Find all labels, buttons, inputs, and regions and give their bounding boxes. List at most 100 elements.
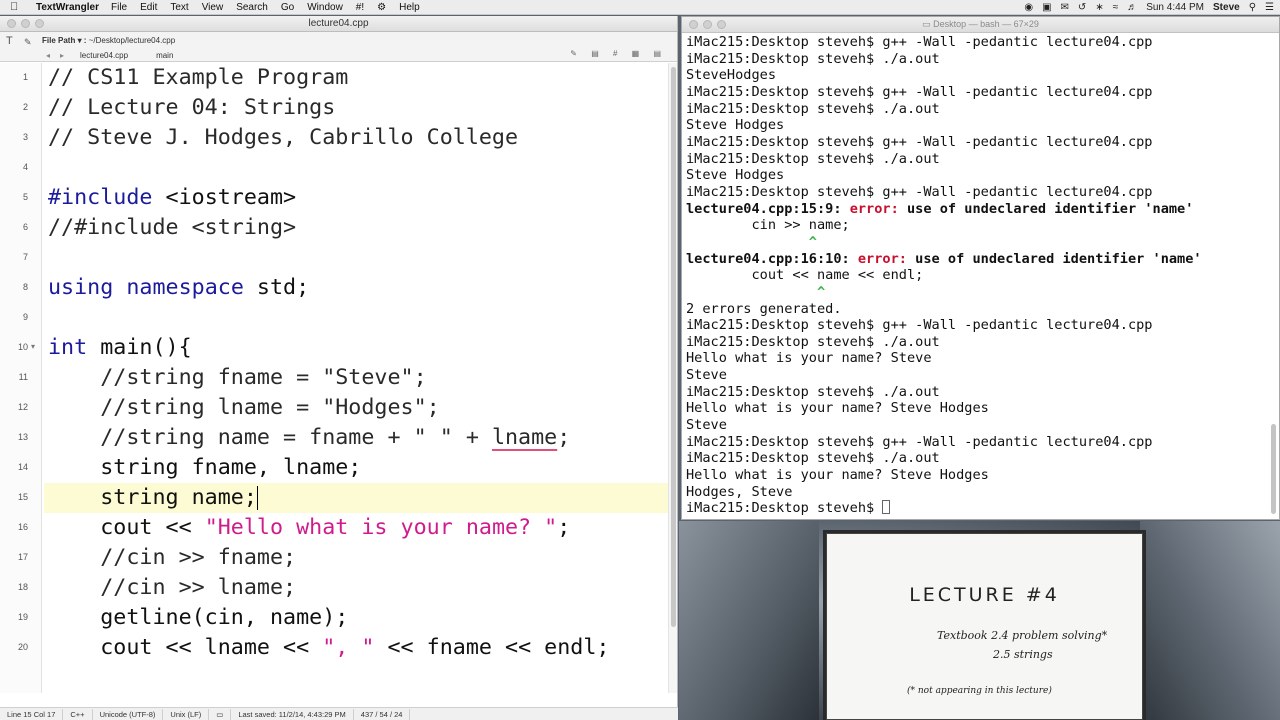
terminal-line: Steve xyxy=(686,417,727,434)
menu-go[interactable]: Go xyxy=(281,2,294,13)
language-popup[interactable]: C++ xyxy=(63,708,93,720)
apple-menu-icon[interactable]:  xyxy=(10,1,24,13)
text-caret xyxy=(256,486,258,510)
code-line: 3 // Steve J. Hodges, Cabrillo College xyxy=(0,123,670,153)
document-popup[interactable]: lecture04.cpp xyxy=(80,51,128,60)
camera-icon[interactable]: ◉ xyxy=(1024,2,1033,13)
code-line: 8 using namespace std; xyxy=(0,273,670,303)
file-path-bar[interactable]: File Path ▾ : ~/Desktop/lecture04.cpp xyxy=(42,36,175,45)
line-number: 15 xyxy=(17,492,28,502)
terminal-cursor xyxy=(882,500,891,515)
line-number: 1 xyxy=(22,72,28,82)
time-machine-icon[interactable]: ↺ xyxy=(1078,2,1086,13)
editor-titlebar[interactable]: lecture04.cpp xyxy=(0,16,677,32)
menu-view[interactable]: View xyxy=(202,2,224,13)
code-text: //#include <string> xyxy=(48,215,297,240)
last-saved: Last saved: 11/2/14, 4:43:29 PM xyxy=(231,708,354,720)
terminal-scrollbar[interactable] xyxy=(1270,34,1278,520)
encoding-popup[interactable]: Unicode (UTF-8) xyxy=(93,708,164,720)
code-text: //string fname = "Steve"; xyxy=(48,365,427,390)
terminal-scroll-thumb[interactable] xyxy=(1271,424,1276,514)
menu-file[interactable]: File xyxy=(111,2,127,13)
code-line: 10 ▾ int main(){ xyxy=(0,333,670,363)
code-editor[interactable]: 1 // CS11 Example Program 2 // Lecture 04: … xyxy=(0,63,677,693)
terminal-line: lecture04.cpp:16:10: error: use of undec… xyxy=(686,250,1202,267)
status-icon[interactable]: ▣ xyxy=(1042,2,1051,13)
editor-scroll-thumb[interactable] xyxy=(671,67,676,627)
editor-scrollbar[interactable] xyxy=(668,63,677,693)
menu-clock[interactable]: Sun 4:44 PM xyxy=(1146,2,1204,13)
terminal-line: iMac215:Desktop steveh$ ./a.out xyxy=(686,150,940,167)
terminal-line: Steve Hodges xyxy=(686,117,785,134)
terminal-line: iMac215:Desktop steveh$ ./a.out xyxy=(686,100,940,117)
terminal-line: iMac215:Desktop steveh$ g++ -Wall -pedan… xyxy=(686,183,1153,200)
fold-triangle-icon[interactable]: ▾ xyxy=(31,342,35,351)
line-number: 12 xyxy=(17,402,28,412)
menu-search[interactable]: Search xyxy=(236,2,268,13)
spotlight-icon[interactable]: ⚲ xyxy=(1249,2,1256,13)
line-number: 4 xyxy=(22,162,28,172)
text-counts: 437 / 54 / 24 xyxy=(354,708,411,720)
line-number: 10 xyxy=(17,342,28,352)
menu-shebang[interactable]: #! xyxy=(356,2,364,13)
code-text: // Steve J. Hodges, Cabrillo College xyxy=(48,125,519,150)
line-number: 11 xyxy=(18,372,28,382)
line-number: 8 xyxy=(22,282,28,292)
menu-text[interactable]: Text xyxy=(170,2,188,13)
menu-app-name[interactable]: TextWrangler xyxy=(36,2,99,13)
code-text: //string lname = "Hodges"; xyxy=(48,395,440,420)
volume-icon[interactable]: ♬ xyxy=(1127,2,1137,13)
code-line: 14 string fname, lname; xyxy=(0,453,670,483)
line-number: 6 xyxy=(22,222,28,232)
text-options-icon[interactable]: T xyxy=(6,35,13,47)
code-text: // Lecture 04: Strings xyxy=(48,95,336,120)
menu-user[interactable]: Steve xyxy=(1213,2,1240,13)
line-number: 9 xyxy=(22,312,28,322)
code-line: 12 //string lname = "Hodges"; xyxy=(0,393,670,423)
terminal-line: iMac215:Desktop steveh$ g++ -Wall -pedan… xyxy=(686,34,1153,50)
wifi-icon[interactable]: ≈ xyxy=(1113,2,1119,13)
line-number: 14 xyxy=(17,462,28,472)
menu-edit[interactable]: Edit xyxy=(140,2,157,13)
terminal-line: iMac215:Desktop steveh$ g++ -Wall -pedan… xyxy=(686,317,1153,334)
lecture-card-line-2: 2.5 strings xyxy=(993,648,1053,661)
cursor-position[interactable]: Line 15 Col 17 xyxy=(0,708,64,720)
mail-icon[interactable]: ✉ xyxy=(1061,2,1069,13)
function-popup[interactable]: main xyxy=(156,51,173,60)
terminal-line: iMac215:Desktop steveh$ g++ -Wall -pedan… xyxy=(686,433,1153,450)
code-line: 15 string name; xyxy=(0,483,670,513)
editor-window-title: lecture04.cpp xyxy=(308,18,369,29)
terminal-line: cin >> name; xyxy=(686,217,850,234)
code-line: 18 //cin >> lname; xyxy=(0,573,670,603)
code-text: //cin >> lname; xyxy=(48,575,297,600)
bluetooth-icon[interactable]: ∗ xyxy=(1095,2,1103,13)
line-number: 20 xyxy=(17,642,28,652)
terminal-titlebar[interactable]: ▭ Desktop — bash — 67×29 xyxy=(682,17,1279,33)
editor-status-bar: Line 15 Col 17 C++ Unicode (UTF-8) Unix … xyxy=(0,707,678,720)
terminal-line: Hello what is your name? Steve Hodges xyxy=(686,467,989,484)
back-forward-arrows-icon[interactable]: ◂▸ xyxy=(46,51,74,60)
terminal-output[interactable]: iMac215:Desktop steveh$ g++ -Wall -pedan… xyxy=(686,34,1271,520)
terminal-title-text: Desktop — bash — 67×29 xyxy=(933,19,1039,29)
code-line: 9 xyxy=(0,303,670,333)
lecture-card-line-1: Textbook 2.4 problem solving* xyxy=(937,629,1108,642)
mountain-left xyxy=(679,521,819,720)
code-text: //cin >> fname; xyxy=(48,545,297,570)
script-menu-icon[interactable]: ⚙ xyxy=(377,2,386,13)
pencil-icon[interactable]: ✎ xyxy=(24,37,32,48)
code-text: getline(cin, name); xyxy=(48,605,349,630)
menu-help[interactable]: Help xyxy=(399,2,420,13)
file-path-label: File Path ▾ : xyxy=(42,36,87,45)
line-number: 18 xyxy=(17,582,28,592)
line-endings-popup[interactable]: Unix (LF) xyxy=(163,708,210,720)
code-text: string fname, lname; xyxy=(48,455,362,480)
notification-center-icon[interactable]: ☰ xyxy=(1265,2,1274,13)
terminal-line: lecture04.cpp:15:9: error: use of undecl… xyxy=(686,200,1194,217)
line-number: 19 xyxy=(17,612,28,622)
code-text: int main(){ xyxy=(48,335,192,360)
editor-tool-icons[interactable]: ✎ ▤ # ▦ ▤ xyxy=(570,49,667,58)
menu-window[interactable]: Window xyxy=(307,2,343,13)
code-line: 19 getline(cin, name); xyxy=(0,603,670,633)
editor-window: lecture04.cpp T ✎ File Path ▾ : ~/Deskto… xyxy=(0,16,678,720)
code-text: //string name = fname + " " + lname; xyxy=(48,425,571,450)
